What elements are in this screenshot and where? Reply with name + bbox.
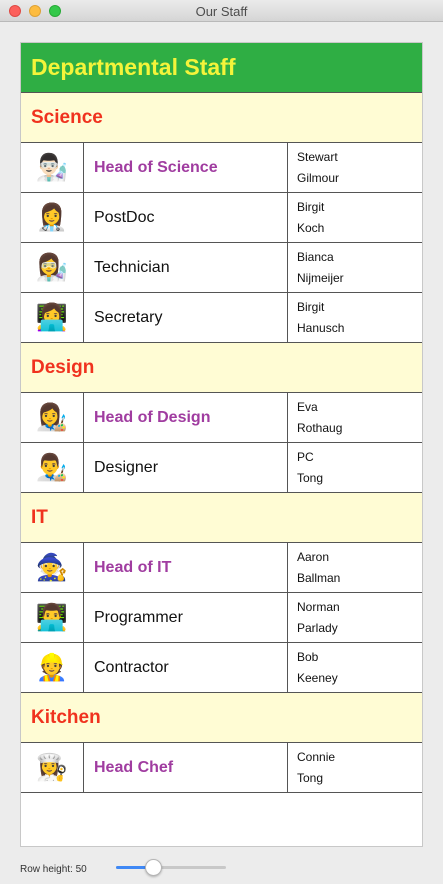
role-cell: Technician [84, 243, 288, 292]
last-name: Koch [297, 220, 325, 235]
section-header-it: IT [21, 493, 422, 543]
name-cell: Bob Keeney [288, 643, 422, 692]
section-header-kitchen: Kitchen [21, 693, 422, 743]
first-name: Stewart [297, 149, 338, 164]
first-name: Bianca [297, 249, 334, 264]
role-cell: Head of Science [84, 143, 288, 192]
technologist-icon: 👩‍💻 [21, 293, 84, 342]
table-row[interactable]: 👨‍💻 Programmer Norman Parlady [21, 593, 422, 643]
role-cell: Contractor [84, 643, 288, 692]
table-header: Departmental Staff [21, 43, 422, 93]
scientist-icon: 👩‍🔬 [21, 243, 84, 292]
first-name: Norman [297, 599, 340, 614]
name-cell: Connie Tong [288, 743, 422, 792]
section-title: Design [31, 356, 95, 378]
first-name: Bob [297, 649, 319, 664]
last-name: Rothaug [297, 420, 343, 435]
last-name: Tong [297, 470, 324, 485]
table-row[interactable]: 👩‍🔬 Technician Bianca Nijmeijer [21, 243, 422, 293]
last-name: Hanusch [297, 320, 345, 335]
artist-icon: 👩‍🎨 [21, 393, 84, 442]
role-cell: PostDoc [84, 193, 288, 242]
last-name: Keeney [297, 670, 338, 685]
name-cell: Aaron Ballman [288, 543, 422, 592]
construction-worker-icon: 👷 [21, 643, 84, 692]
table-row[interactable]: 👩‍⚕️ PostDoc Birgit Koch [21, 193, 422, 243]
last-name: Parlady [297, 620, 338, 635]
row-height-slider[interactable] [116, 859, 226, 877]
slider-knob[interactable] [145, 859, 162, 876]
first-name: Birgit [297, 299, 325, 314]
mage-icon: 🧙 [21, 543, 84, 592]
role-cell: Head of IT [84, 543, 288, 592]
staff-table[interactable]: Departmental Staff Science 👨🏻‍🔬 Head of Sc… [20, 42, 423, 847]
table-row[interactable]: 👷 Contractor Bob Keeney [21, 643, 422, 693]
section-header-science: Science [21, 93, 422, 143]
role-cell: Head of Design [84, 393, 288, 442]
name-cell: Birgit Koch [288, 193, 422, 242]
window-title: Our Staff [195, 4, 248, 19]
name-cell: PC Tong [288, 443, 422, 492]
title-bar: Our Staff [0, 0, 443, 22]
row-height-label: Row height: 50 [20, 863, 87, 875]
last-name: Tong [297, 770, 324, 785]
name-cell: Birgit Hanusch [288, 293, 422, 342]
name-cell: Norman Parlady [288, 593, 422, 642]
table-row[interactable]: 👨‍🎨 Designer PC Tong [21, 443, 422, 493]
first-name: Connie [297, 749, 336, 764]
first-name: Birgit [297, 199, 325, 214]
name-cell: Bianca Nijmeijer [288, 243, 422, 292]
santa-icon: 👨🏻‍🔬 [21, 143, 84, 192]
role-cell: Secretary [84, 293, 288, 342]
table-row[interactable]: 🧙 Head of IT Aaron Ballman [21, 543, 422, 593]
artist-icon: 👨‍🎨 [21, 443, 84, 492]
first-name: Aaron [297, 549, 330, 564]
last-name: Nijmeijer [297, 270, 344, 285]
section-title: IT [31, 506, 48, 528]
table-body: Science 👨🏻‍🔬 Head of Science Stewart Gilmour… [21, 93, 422, 793]
role-cell: Designer [84, 443, 288, 492]
health-worker-icon: 👩‍⚕️ [21, 193, 84, 242]
role-cell: Programmer [84, 593, 288, 642]
last-name: Gilmour [297, 170, 340, 185]
name-cell: Stewart Gilmour [288, 143, 422, 192]
table-row[interactable]: 👩‍💻 Secretary Birgit Hanusch [21, 293, 422, 343]
table-title: Departmental Staff [31, 54, 236, 80]
first-name: Eva [297, 399, 318, 414]
first-name: PC [297, 449, 314, 464]
table-row[interactable]: 👨🏻‍🔬 Head of Science Stewart Gilmour [21, 143, 422, 193]
table-row[interactable]: 👩‍🎨 Head of Design Eva Rothaug [21, 393, 422, 443]
section-title: Kitchen [31, 706, 101, 728]
cook-icon: 👩‍🍳 [21, 743, 84, 792]
section-title: Science [31, 106, 103, 128]
footer: Row height: 50 [20, 860, 87, 878]
section-header-design: Design [21, 343, 422, 393]
table-row[interactable]: 👩‍🍳 Head Chef Connie Tong [21, 743, 422, 793]
role-cell: Head Chef [84, 743, 288, 792]
last-name: Ballman [297, 570, 341, 585]
name-cell: Eva Rothaug [288, 393, 422, 442]
technologist-icon: 👨‍💻 [21, 593, 84, 642]
